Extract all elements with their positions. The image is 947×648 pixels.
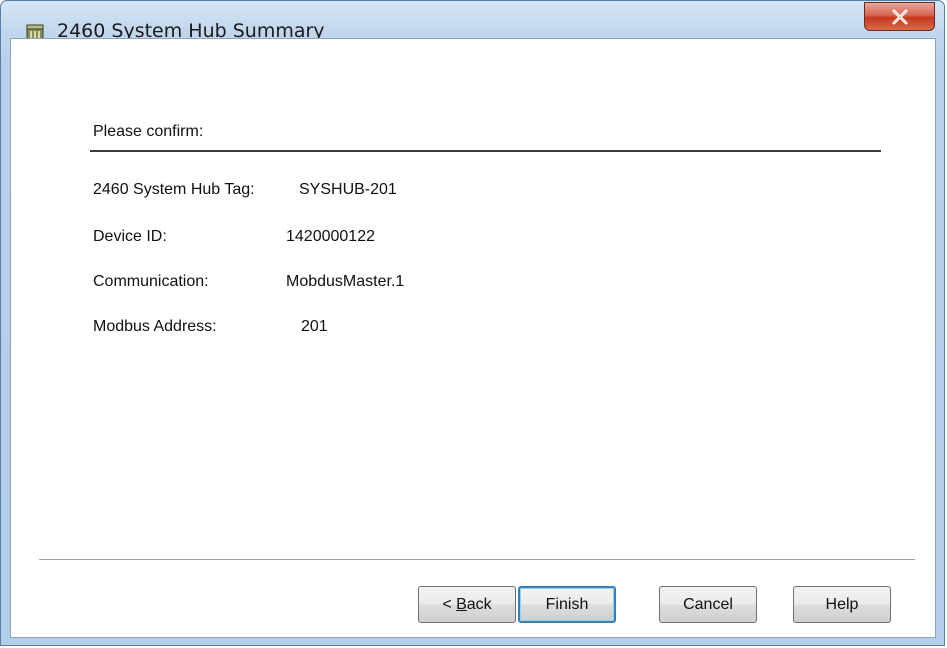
- device-id-label: Device ID:: [93, 228, 167, 245]
- back-button-rest: ack: [466, 595, 492, 613]
- cancel-button-label: Cancel: [683, 595, 733, 613]
- modbus-address-label: Modbus Address:: [93, 318, 217, 335]
- hub-tag-value: SYSHUB-201: [299, 181, 397, 198]
- header-divider: [90, 150, 881, 152]
- finish-button[interactable]: Finish: [518, 586, 616, 623]
- dialog-window: 2460 System Hub Summary Please confirm: …: [0, 0, 945, 646]
- communication-label: Communication:: [93, 273, 209, 290]
- help-button[interactable]: Help: [793, 586, 891, 623]
- back-button[interactable]: < Back: [418, 586, 516, 623]
- help-button-label: Help: [825, 595, 859, 613]
- cancel-button[interactable]: Cancel: [659, 586, 757, 623]
- footer-divider: [39, 559, 915, 561]
- back-button-mnemonic: B: [456, 595, 467, 613]
- finish-button-label: Finish: [545, 595, 589, 613]
- modbus-address-value: 201: [301, 318, 328, 335]
- hub-tag-label: 2460 System Hub Tag:: [93, 181, 255, 198]
- back-button-prefix: <: [442, 595, 457, 613]
- communication-value: MobdusMaster.1: [286, 273, 405, 290]
- close-icon: [892, 9, 908, 25]
- close-button[interactable]: [864, 2, 935, 31]
- dialog-body: Please confirm: 2460 System Hub Tag: SYS…: [10, 38, 936, 638]
- device-id-value: 1420000122: [286, 228, 375, 245]
- confirm-prompt: Please confirm:: [93, 123, 204, 140]
